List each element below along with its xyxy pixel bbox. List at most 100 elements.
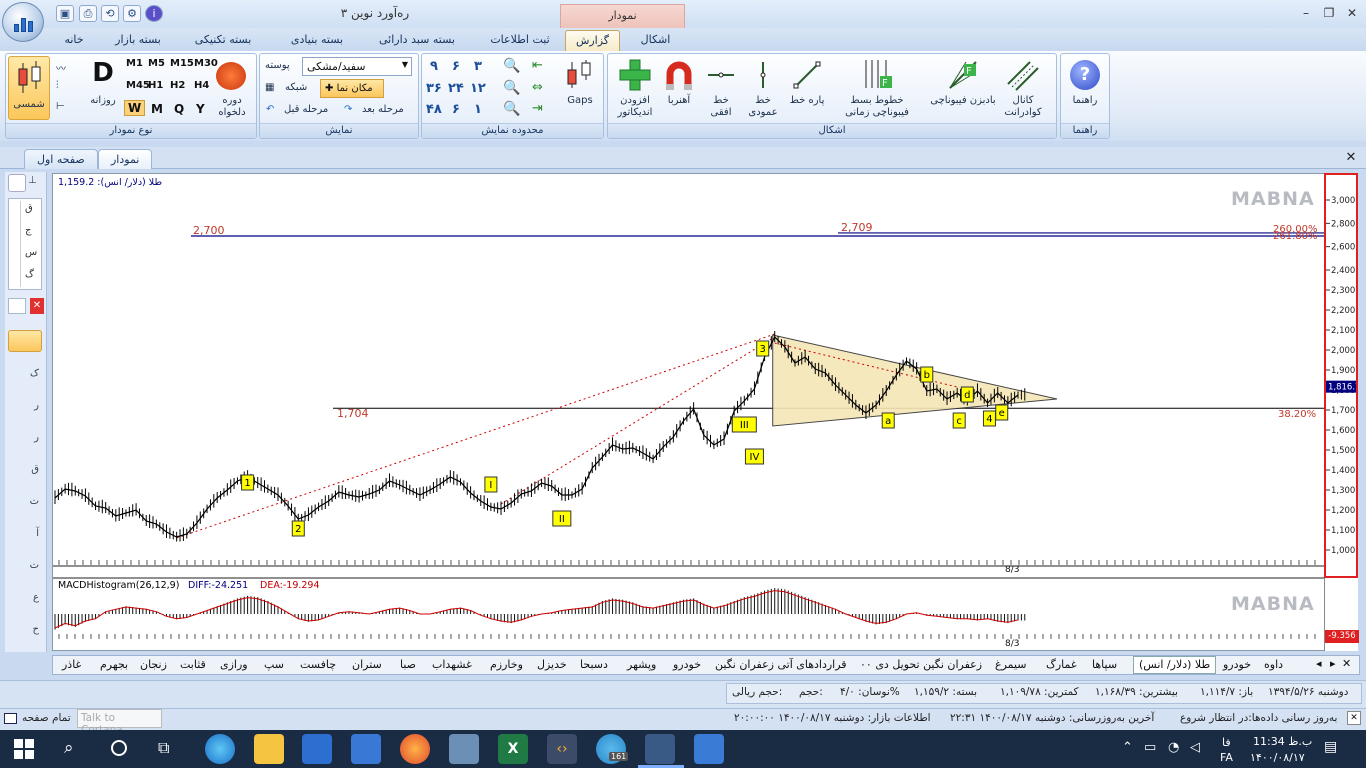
windows-start-icon[interactable] <box>14 739 34 759</box>
battery-icon[interactable]: ▭ <box>1144 740 1156 755</box>
sheet-tab-active[interactable]: طلا (دلار/ انس) <box>1133 656 1217 674</box>
range-24[interactable]: ۲۴ <box>448 81 464 96</box>
scrollbar[interactable] <box>11 201 21 287</box>
theme-select[interactable]: سفید/مشکی ▼ <box>302 57 412 76</box>
range-48[interactable]: ۴۸ <box>426 102 442 117</box>
daily-d-icon[interactable]: D <box>88 58 118 92</box>
range-36[interactable]: ۳۶ <box>426 81 442 96</box>
segment-icon[interactable] <box>792 60 822 90</box>
scroll-right-icon[interactable]: ⇥ <box>532 101 543 116</box>
doc-close-icon[interactable]: ✕ <box>1342 150 1360 166</box>
store-icon[interactable] <box>302 734 332 764</box>
timeframe-h4[interactable]: H4 <box>194 80 209 91</box>
bar-chart-icon[interactable]: ⫶ <box>56 80 72 96</box>
pin-icon[interactable]: ⊥ <box>28 175 42 191</box>
edge-icon[interactable] <box>205 734 235 764</box>
timeframe-m5[interactable]: M5 <box>148 58 165 69</box>
print-icon[interactable]: ⎙ <box>79 5 97 22</box>
line-chart-icon[interactable]: 〰 <box>56 60 72 76</box>
macd-axis[interactable]: -9.356 <box>1324 578 1359 651</box>
task-view-icon[interactable]: ⧉ <box>158 738 169 758</box>
camera-icon[interactable] <box>8 174 26 192</box>
sheet-close-icon[interactable]: ✕ <box>1342 657 1351 670</box>
sheet-tab[interactable]: غشهداب <box>432 658 472 671</box>
tool-icon[interactable]: ر <box>8 428 42 450</box>
timeframe-m45[interactable]: M45 <box>126 80 150 91</box>
timeframe-m15[interactable]: M15 <box>170 58 194 69</box>
list-item[interactable]: س <box>25 247 37 258</box>
vertical-line-icon[interactable] <box>750 60 776 90</box>
color-swatch[interactable] <box>8 298 26 314</box>
volume-icon[interactable]: ◁ <box>1190 740 1200 755</box>
timeframe-w[interactable]: W <box>124 100 146 116</box>
range-9[interactable]: ۹ <box>430 59 438 74</box>
sheet-tab[interactable]: زعفران نگین تحویل دی ۰۰ <box>860 658 982 671</box>
tab-home[interactable]: خانه <box>55 30 93 52</box>
sheet-tab[interactable]: چافست <box>300 658 336 671</box>
tool-icon[interactable]: ک <box>8 364 42 386</box>
redo-icon[interactable]: ↷ <box>344 104 352 115</box>
tool-icon[interactable]: ر <box>8 396 42 418</box>
firefox-icon[interactable] <box>400 734 430 764</box>
delete-icon[interactable]: ✕ <box>30 298 44 314</box>
fib-time-icon[interactable]: F <box>860 58 894 92</box>
sheet-prev-icon[interactable]: ◂ <box>1316 657 1322 670</box>
zoom-in-icon[interactable]: 🔍 <box>503 58 520 74</box>
range-3[interactable]: ۳ <box>474 59 482 74</box>
tool-icon[interactable]: ق <box>8 460 42 482</box>
list-item[interactable]: گ <box>25 269 34 280</box>
refresh-icon[interactable]: ⟲ <box>101 5 119 22</box>
excel-icon[interactable]: X <box>498 734 528 764</box>
fib-fan-icon[interactable]: F <box>946 58 980 92</box>
settings-icon[interactable]: ⚙ <box>123 5 141 22</box>
zoom-out-icon[interactable]: 🔍 <box>503 80 520 96</box>
minimize-icon[interactable]: – <box>1295 4 1317 22</box>
sheet-tab[interactable]: ستران <box>352 658 382 671</box>
timeframe-m[interactable]: M <box>151 102 163 116</box>
mail-icon[interactable] <box>351 734 381 764</box>
save-icon[interactable]: ▣ <box>56 5 74 22</box>
grid-label[interactable]: شبکه <box>285 82 307 93</box>
sheet-tab[interactable]: وخارزم <box>490 658 523 671</box>
timeframe-h2[interactable]: H2 <box>170 80 185 91</box>
range-12[interactable]: ۱۲ <box>470 81 486 96</box>
timeframe-y[interactable]: Y <box>196 102 205 116</box>
doc-tab-first-page[interactable]: صفحه اول <box>24 149 98 169</box>
sheet-tab[interactable]: صبا <box>400 658 416 671</box>
channel-icon[interactable] <box>1006 58 1040 92</box>
network-icon[interactable]: ◔ <box>1168 740 1179 755</box>
tool-icon[interactable]: ت <box>8 556 42 578</box>
tray-up-icon[interactable]: ⌃ <box>1122 740 1133 755</box>
add-indicator-icon[interactable] <box>618 58 652 92</box>
shamsi-button[interactable]: شمسی <box>8 56 50 120</box>
rahavard-app-icon[interactable] <box>645 734 675 764</box>
search-icon[interactable]: ⌕ <box>64 738 74 758</box>
cortana-search[interactable]: Talk to Cortana <box>77 709 162 736</box>
list-item[interactable]: ج <box>25 225 31 236</box>
sheet-next-icon[interactable]: ▸ <box>1330 657 1336 670</box>
close-status-icon[interactable]: ✕ <box>1347 711 1361 725</box>
period-icon[interactable] <box>216 62 246 90</box>
zoom-reset-icon[interactable]: 🔍 <box>503 101 520 117</box>
gaps-icon[interactable] <box>562 58 598 94</box>
sheet-tab[interactable]: سیمرغ <box>995 658 1027 671</box>
grid-icon[interactable]: ▦ <box>265 82 281 93</box>
list-item[interactable]: ق <box>25 203 33 214</box>
scroll-fit-icon[interactable]: ⇔ <box>532 80 543 95</box>
range-6b[interactable]: ۶ <box>452 102 460 117</box>
sheet-tab[interactable]: خودرو <box>673 658 701 671</box>
drawing-scroll-list[interactable]: ق ج س گ <box>8 198 42 290</box>
lang-fa[interactable]: فا <box>1222 736 1231 749</box>
fullscreen-label[interactable]: تمام صفحه <box>22 712 71 724</box>
photos-icon[interactable] <box>694 734 724 764</box>
sheet-tab[interactable]: خدیزل <box>537 658 567 671</box>
scroll-left-icon[interactable]: ⇤ <box>532 58 543 73</box>
cortana-icon[interactable] <box>111 740 127 756</box>
sheet-tab[interactable]: ورازی <box>220 658 248 671</box>
heart-icon[interactable]: ع <box>8 588 42 610</box>
undo-icon[interactable]: ↶ <box>266 104 274 115</box>
code-icon[interactable]: ‹› <box>547 734 577 764</box>
paint-icon[interactable] <box>449 734 479 764</box>
sheet-tab[interactable]: دسبحا <box>580 658 608 671</box>
restore-icon[interactable]: ❐ <box>1318 4 1340 22</box>
